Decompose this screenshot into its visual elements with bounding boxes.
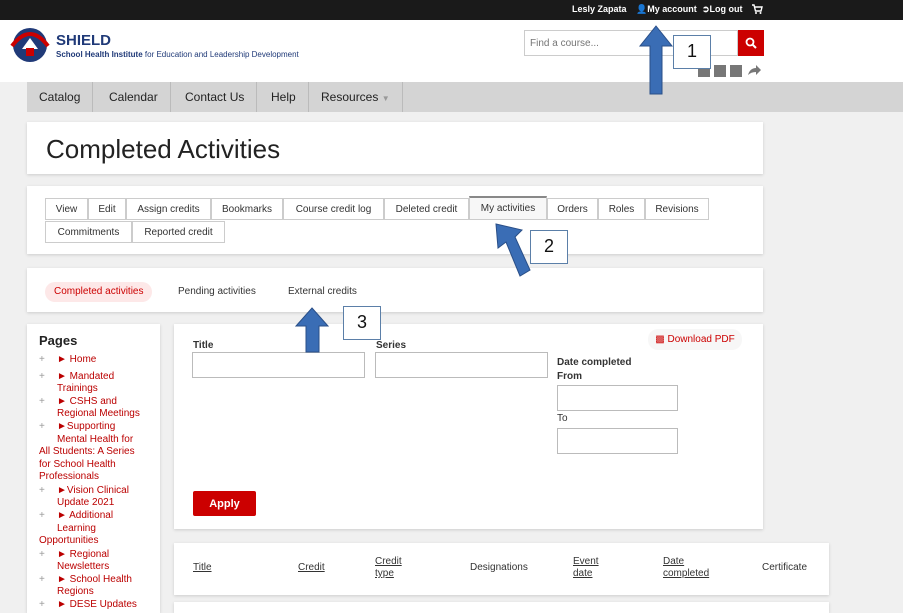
logout-link[interactable]: ➲Log out xyxy=(702,4,743,15)
sidebar-item-additional[interactable]: ► Additional xyxy=(57,510,113,523)
tab-commitments[interactable]: Commitments xyxy=(45,221,132,243)
expand-icon[interactable]: + xyxy=(39,396,45,407)
tab-assign-credits[interactable]: Assign credits xyxy=(126,198,211,220)
subtab-pending-activities[interactable]: Pending activities xyxy=(178,282,256,302)
my-account-label: My account xyxy=(647,4,697,14)
column-date-completed[interactable]: Date completed xyxy=(663,556,723,580)
user-name-link[interactable]: Lesly Zapata xyxy=(572,4,627,14)
linkedin-icon xyxy=(730,65,742,77)
brand-tagline: School Health Institute for Education an… xyxy=(56,50,299,59)
main-nav: Catalog Calendar Contact Us Help Resourc… xyxy=(27,82,903,112)
sidebar-item-mandated[interactable]: ► Mandated xyxy=(57,371,114,384)
sidebar-item-home[interactable]: ► Home xyxy=(57,354,96,367)
twitter-icon xyxy=(714,65,726,77)
nav-resources-label: Resources xyxy=(321,90,379,104)
site-header: SHIELD School Health Institute for Educa… xyxy=(0,20,903,82)
results-table-body xyxy=(174,602,829,613)
arrow-up-icon xyxy=(294,307,330,353)
callout-3: 3 xyxy=(343,306,381,340)
column-credit-type[interactable]: Credit type xyxy=(375,556,409,580)
sidebar-item-school-health[interactable]: ► School Health xyxy=(57,574,132,587)
expand-icon[interactable]: + xyxy=(39,371,45,382)
tab-view[interactable]: View xyxy=(45,198,88,220)
sidebar-item-supporting-cont[interactable]: Mental Health for xyxy=(57,434,133,447)
subtab-completed-activities[interactable]: Completed activities xyxy=(45,282,153,302)
column-designations: Designations xyxy=(470,562,528,573)
expand-icon[interactable]: + xyxy=(39,485,45,496)
page-title: Completed Activities xyxy=(46,134,281,164)
sidebar-item-supporting-cont3[interactable]: for School Health xyxy=(39,459,116,472)
share-icon xyxy=(748,65,761,75)
date-from-input[interactable] xyxy=(557,385,678,411)
callout-2: 2 xyxy=(530,230,568,264)
from-label: From xyxy=(557,371,582,382)
search-button[interactable] xyxy=(738,30,764,56)
expand-icon[interactable]: + xyxy=(39,574,45,585)
arrow-up-icon xyxy=(495,223,531,277)
sidebar-item-vision-cont[interactable]: Update 2021 xyxy=(57,497,114,510)
sidebar-item-cshs-cont[interactable]: Regional Meetings xyxy=(57,408,140,421)
tab-orders[interactable]: Orders xyxy=(547,198,598,220)
callout-1: 1 xyxy=(673,35,711,69)
sidebar-item-school-health-cont[interactable]: Regions xyxy=(57,586,94,599)
nav-contact-us[interactable]: Contact Us xyxy=(173,82,258,112)
sidebar-item-regional[interactable]: ► Regional xyxy=(57,549,109,562)
column-title[interactable]: Title xyxy=(193,562,212,574)
expand-icon[interactable]: + xyxy=(39,599,45,610)
expand-icon[interactable]: + xyxy=(39,421,45,432)
tab-my-activities[interactable]: My activities xyxy=(469,196,547,220)
tab-course-credit-log[interactable]: Course credit log xyxy=(283,198,384,220)
sidebar-item-cshs[interactable]: ► CSHS and xyxy=(57,396,117,409)
chevron-down-icon: ▼ xyxy=(381,94,390,103)
to-label: To xyxy=(557,413,568,424)
brand-tagline-bold: School Health Institute xyxy=(56,50,143,59)
sidebar-item-supporting-cont2[interactable]: All Students: A Series xyxy=(39,446,135,459)
logout-label: Log out xyxy=(709,4,743,14)
sidebar-item-regional-cont[interactable]: Newsletters xyxy=(57,561,109,574)
sidebar-item-mandated-cont[interactable]: Trainings xyxy=(57,383,98,396)
column-credit[interactable]: Credit xyxy=(298,562,325,574)
top-bar: Lesly Zapata 👤My account ➲Log out xyxy=(0,0,903,20)
my-account-link[interactable]: 👤My account xyxy=(636,4,697,15)
cart-icon[interactable] xyxy=(751,3,763,15)
series-filter-input[interactable] xyxy=(375,352,548,378)
download-pdf-button[interactable]: ▩ Download PDF xyxy=(648,329,742,350)
date-to-input[interactable] xyxy=(557,428,678,454)
expand-icon[interactable]: + xyxy=(39,354,45,365)
search-icon xyxy=(745,37,757,49)
title-filter-label: Title xyxy=(193,340,214,351)
tab-reported-credit[interactable]: Reported credit xyxy=(132,221,225,243)
expand-icon[interactable]: + xyxy=(39,549,45,560)
pdf-icon: ▩ xyxy=(655,334,665,345)
sidebar-item-vision[interactable]: ►Vision Clinical xyxy=(57,485,129,498)
tab-revisions[interactable]: Revisions xyxy=(645,198,709,220)
download-pdf-label: Download PDF xyxy=(667,334,735,345)
nav-resources[interactable]: Resources ▼ xyxy=(309,82,403,112)
nav-calendar[interactable]: Calendar xyxy=(97,82,171,112)
series-filter-label: Series xyxy=(376,340,407,351)
shield-logo[interactable] xyxy=(8,24,52,64)
sidebar-item-dese-updates[interactable]: ► DESE Updates xyxy=(57,599,137,612)
nav-help[interactable]: Help xyxy=(259,82,309,112)
subtab-external-credits[interactable]: External credits xyxy=(288,282,357,302)
expand-icon[interactable]: + xyxy=(39,510,45,521)
title-filter-input[interactable] xyxy=(192,352,365,378)
tab-roles[interactable]: Roles xyxy=(598,198,645,220)
brand-name: SHIELD xyxy=(56,32,112,49)
sidebar-item-additional-cont2[interactable]: Opportunities xyxy=(39,535,98,548)
brand-tagline-rest: for Education and Leadership Development xyxy=(142,50,299,59)
column-certificate: Certificate xyxy=(762,562,808,573)
tab-deleted-credit[interactable]: Deleted credit xyxy=(384,198,469,220)
sidebar-item-supporting-cont4[interactable]: Professionals xyxy=(39,471,99,484)
column-event-date[interactable]: Event date xyxy=(573,556,603,580)
apply-button[interactable]: Apply xyxy=(193,491,256,516)
sidebar-title: Pages xyxy=(39,333,78,348)
sidebar-item-supporting[interactable]: ►Supporting xyxy=(57,421,115,434)
tab-bookmarks[interactable]: Bookmarks xyxy=(211,198,283,220)
sidebar-item-additional-cont[interactable]: Learning xyxy=(57,523,96,536)
arrow-up-icon xyxy=(638,25,674,95)
tab-edit[interactable]: Edit xyxy=(88,198,126,220)
date-completed-label: Date completed xyxy=(557,357,632,368)
nav-catalog[interactable]: Catalog xyxy=(27,82,94,112)
